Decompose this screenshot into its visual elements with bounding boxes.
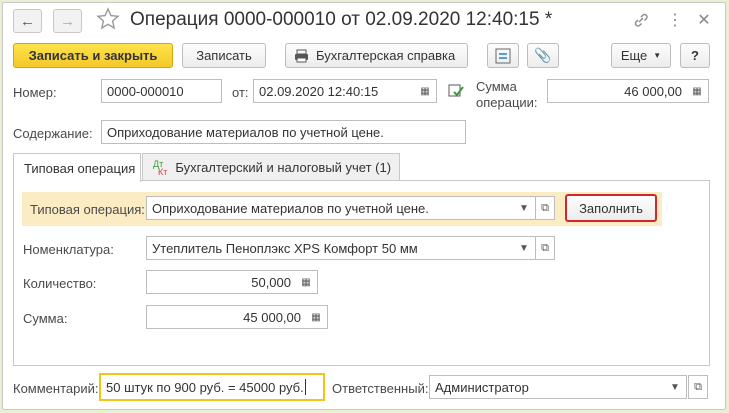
comment-field[interactable]: 50 штук по 900 руб. = 45000 руб. — [99, 373, 325, 401]
comment-value: 50 штук по 900 руб. = 45000 руб. — [106, 379, 304, 395]
help-button[interactable]: ? — [680, 43, 710, 68]
tab-accounting-tax[interactable]: Дт Кт Бухгалтерский и налоговый учет (1) — [142, 153, 400, 181]
nomenclature-select[interactable]: Утеплитель Пеноплэкс XPS Комфорт 50 мм ▼ — [146, 236, 536, 260]
calendar-icon[interactable]: ▦ — [414, 80, 436, 102]
typical-operation-value: Оприходование материалов по учетной цене… — [152, 200, 429, 216]
more-actions-label: Еще — [620, 48, 648, 63]
tab-typical-operation[interactable]: Типовая операция — [13, 153, 141, 182]
date-field[interactable]: 02.09.2020 12:40:15 ▦ — [253, 79, 437, 103]
dropdown-arrow-icon[interactable]: ▼ — [513, 197, 535, 219]
amount-label: Сумма: — [23, 311, 68, 326]
arrow-left-icon: ← — [20, 12, 35, 30]
forward-button[interactable]: → — [53, 9, 82, 33]
amount-field[interactable]: 45 000,00 ▦ — [146, 305, 328, 329]
text-cursor — [304, 379, 306, 395]
save-button[interactable]: Записать — [182, 43, 266, 68]
accounting-report-label: Бухгалтерская справка — [316, 48, 456, 63]
comment-label: Комментарий: — [13, 381, 99, 396]
kt-label: Кт — [158, 166, 168, 177]
accounting-report-button[interactable]: Бухгалтерская справка — [285, 43, 468, 68]
content-field[interactable]: Оприходование материалов по учетной цене… — [101, 120, 466, 144]
open-icon[interactable]: ⧉ — [535, 196, 555, 220]
operation-sum-value: 46 000,00 — [624, 83, 682, 99]
number-field[interactable]: 0000-000010 — [101, 79, 222, 103]
posted-check-icon[interactable] — [448, 83, 464, 102]
typical-operation-label: Типовая операция: — [30, 202, 145, 217]
responsible-label: Ответственный: — [332, 381, 429, 396]
responsible-value: Администратор — [435, 379, 529, 395]
chevron-down-icon: ▼ — [653, 51, 662, 60]
page-title: Операция 0000-000010 от 02.09.2020 12:40… — [130, 9, 553, 30]
calculator-icon[interactable]: ▦ — [305, 306, 327, 328]
quantity-field[interactable]: 50,000 ▦ — [146, 270, 318, 294]
tab-accounting-tax-label: Бухгалтерский и налоговый учет (1) — [175, 160, 392, 175]
more-menu-icon[interactable]: ⋮ — [664, 9, 686, 31]
dt-kt-icon — [495, 48, 511, 63]
attach-files-button[interactable]: 📎 — [527, 43, 559, 68]
dropdown-arrow-icon[interactable]: ▼ — [664, 376, 686, 398]
operation-sum-label-line2: операции: — [476, 95, 538, 110]
nomenclature-label: Номенклатура: — [23, 242, 114, 257]
debit-credit-button[interactable] — [487, 43, 519, 68]
calculator-icon[interactable]: ▦ — [295, 271, 317, 293]
printer-icon — [295, 49, 308, 62]
open-icon[interactable]: ⧉ — [535, 236, 555, 260]
dt-kt-icon: Дт Кт — [153, 159, 168, 177]
favorite-star-icon[interactable] — [96, 7, 120, 31]
number-label: Номер: — [13, 85, 57, 100]
quantity-value: 50,000 — [251, 274, 291, 290]
save-and-close-button[interactable]: Записать и закрыть — [13, 43, 173, 68]
operation-sum-label: Сумма операции: — [476, 79, 538, 111]
paperclip-icon: 📎 — [534, 47, 552, 63]
fill-button[interactable]: Заполнить — [565, 194, 657, 222]
arrow-right-icon: → — [60, 12, 75, 30]
amount-value: 45 000,00 — [243, 309, 301, 325]
date-label: от: — [232, 85, 249, 100]
tab-typical-operation-label: Типовая операция — [24, 160, 136, 176]
close-icon[interactable]: ✕ — [693, 9, 715, 31]
operation-sum-field[interactable]: 46 000,00 ▦ — [547, 79, 709, 103]
link-icon[interactable] — [630, 9, 652, 31]
content-label: Содержание: — [13, 126, 93, 141]
operation-sum-label-line1: Сумма — [476, 79, 517, 94]
date-value: 02.09.2020 12:40:15 — [259, 83, 379, 99]
quantity-label: Количество: — [23, 276, 97, 291]
calculator-icon[interactable]: ▦ — [686, 80, 708, 102]
nomenclature-value: Утеплитель Пеноплэкс XPS Комфорт 50 мм — [152, 240, 418, 256]
open-icon[interactable]: ⧉ — [688, 375, 708, 399]
responsible-select[interactable]: Администратор ▼ — [429, 375, 687, 399]
more-actions-button[interactable]: Еще ▼ — [611, 43, 671, 68]
typical-operation-select[interactable]: Оприходование материалов по учетной цене… — [146, 196, 536, 220]
back-button[interactable]: ← — [13, 9, 42, 33]
dropdown-arrow-icon[interactable]: ▼ — [513, 237, 535, 259]
